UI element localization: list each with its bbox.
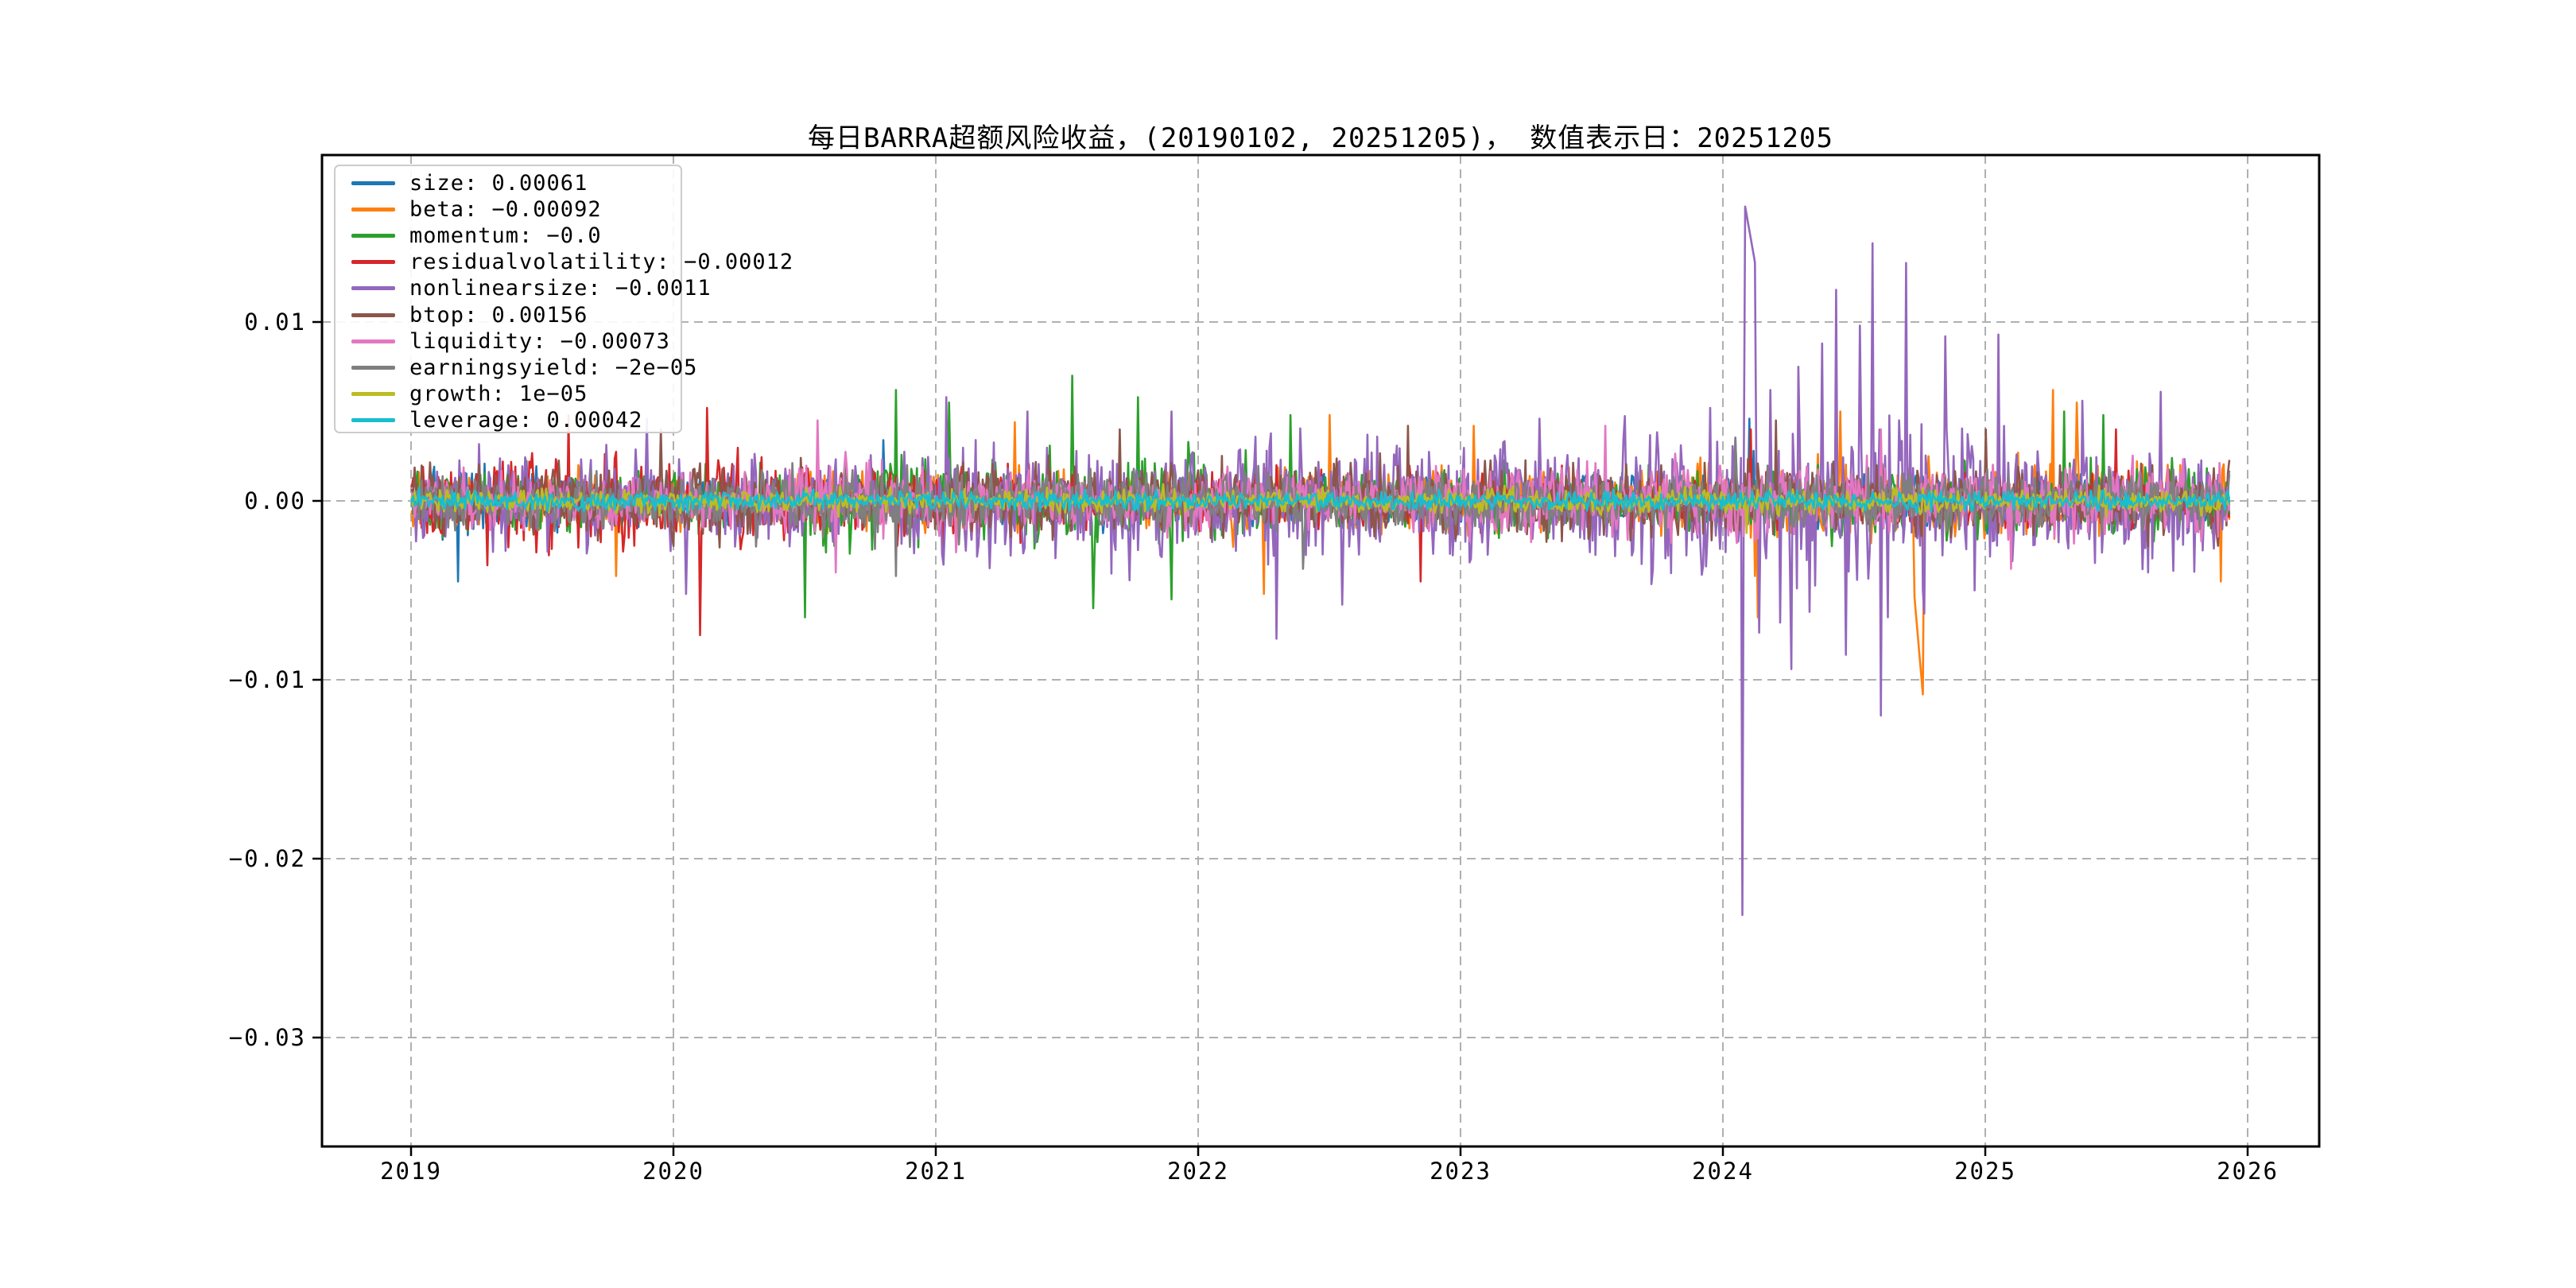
y-tick-label: 0.00 — [244, 487, 306, 514]
legend-item-liquidity: liquidity: −0.00073 — [336, 328, 681, 355]
legend-item-size: size: 0.00061 — [336, 170, 681, 196]
legend-label: leverage: 0.00042 — [409, 407, 643, 433]
leverage-line-swatch — [351, 417, 395, 422]
x-tick-label: 2020 — [642, 1158, 704, 1185]
x-tick-label: 2019 — [380, 1158, 442, 1185]
chart-title: 每日BARRA超额风险收益，(20190102, 20251205)， 数值表示… — [808, 122, 1833, 154]
nonlinearsize-line-swatch — [351, 286, 395, 291]
y-tick-label: −0.02 — [228, 845, 306, 872]
legend-label: size: 0.00061 — [409, 171, 588, 196]
earningsyield-line-swatch — [351, 365, 395, 370]
legend-item-leverage: leverage: 0.00042 — [336, 407, 681, 433]
residualvolatility-line-swatch — [351, 260, 395, 265]
beta-line-swatch — [351, 208, 395, 212]
x-tick-label: 2024 — [1692, 1158, 1754, 1185]
y-tick-label: −0.03 — [228, 1024, 306, 1051]
legend-item-momentum: momentum: −0.0 — [336, 223, 681, 249]
y-tick-label: 0.01 — [244, 308, 306, 336]
legend-item-nonlinearsize: nonlinearsize: −0.0011 — [336, 275, 711, 301]
x-tick-label: 2026 — [2217, 1158, 2279, 1185]
legend-label: liquidity: −0.00073 — [409, 328, 670, 354]
liquidity-line-swatch — [351, 339, 395, 343]
legend-label: growth: 1e−05 — [409, 381, 588, 406]
legend-label: nonlinearsize: −0.0011 — [409, 276, 712, 301]
legend-label: residualvolatility: −0.00012 — [409, 250, 794, 275]
x-tick-label: 2022 — [1167, 1158, 1229, 1185]
legend-label: btop: 0.00156 — [409, 302, 588, 328]
legend-item-residualvolatility: residualvolatility: −0.00012 — [336, 249, 793, 275]
size-line-swatch — [351, 181, 395, 186]
growth-line-swatch — [351, 391, 395, 396]
legend-label: momentum: −0.0 — [409, 223, 602, 249]
legend-item-beta: beta: −0.00092 — [336, 196, 681, 223]
legend: size: 0.00061 beta: −0.00092 momentum: −… — [334, 165, 793, 433]
figure: 每日BARRA超额风险收益，(20190102, 20251205)， 数值表示… — [0, 0, 2576, 1288]
legend-item-btop: btop: 0.00156 — [336, 301, 681, 328]
momentum-line-swatch — [351, 234, 395, 239]
x-tick-label: 2023 — [1430, 1158, 1492, 1185]
legend-item-earningsyield: earningsyield: −2e−05 — [336, 355, 696, 381]
x-tick-label: 2025 — [1954, 1158, 2016, 1185]
x-tick-label: 2021 — [905, 1158, 967, 1185]
btop-line-swatch — [351, 312, 395, 317]
legend-label: earningsyield: −2e−05 — [409, 355, 698, 380]
y-tick-label: −0.01 — [228, 666, 306, 693]
legend-label: beta: −0.00092 — [409, 197, 602, 223]
legend-item-growth: growth: 1e−05 — [336, 381, 681, 407]
